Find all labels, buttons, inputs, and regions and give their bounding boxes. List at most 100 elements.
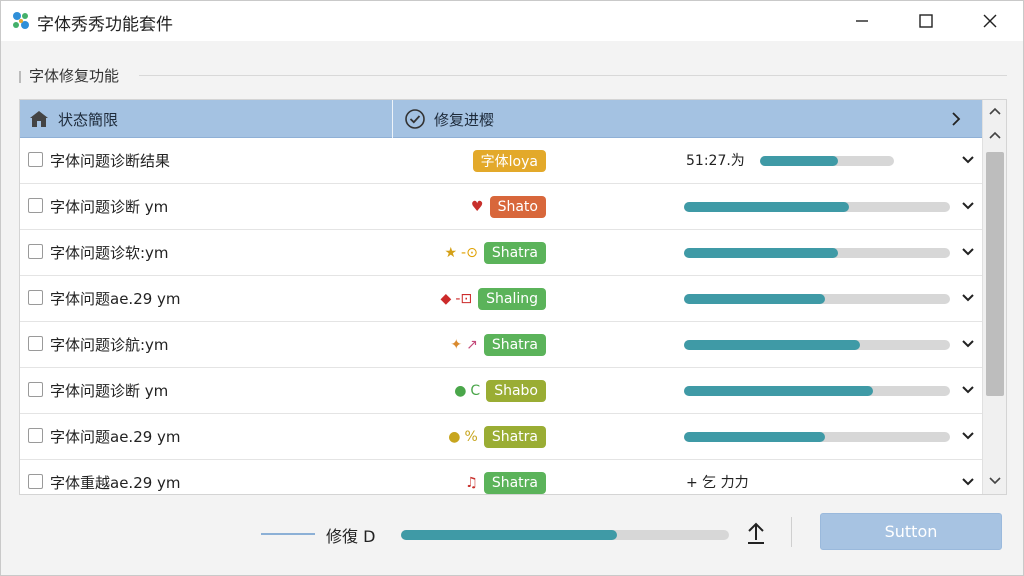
status-icons: ♥ <box>471 199 484 215</box>
window-title: 字体秀秀功能套件 <box>37 15 173 35</box>
status-badge: Shatra <box>483 334 546 356</box>
table-row[interactable]: 字体问题诊软:ym ★ -⊙ Shatra <box>20 230 982 276</box>
row-checkbox[interactable] <box>28 290 43 305</box>
row-progress-bar <box>684 202 950 212</box>
row-label: 字体问题ae.29 ym <box>50 428 181 446</box>
scroll-down-icon[interactable] <box>987 476 1003 486</box>
status-icons: ●% <box>448 429 478 445</box>
row-status: ◆ -⊡ Shaling <box>406 286 546 312</box>
header-divider <box>392 100 393 138</box>
row-progress-fill <box>760 156 838 166</box>
minimize-button[interactable] <box>827 1 897 41</box>
table-row[interactable]: 字体问题ae.29 ym ◆ -⊡ Shaling <box>20 276 982 322</box>
table-row[interactable]: 字体重越ae.29 ym ♫ Shatra + 乞 力力 <box>20 460 982 494</box>
chevron-down-icon[interactable] <box>960 244 976 260</box>
row-progress-bar <box>684 248 950 258</box>
section-divider <box>139 75 1007 76</box>
table-row[interactable]: 字体问题诊断 ym ♥ Shato <box>20 184 982 230</box>
status-icons: ★ -⊙ <box>444 245 477 261</box>
chevron-down-icon[interactable] <box>960 152 976 168</box>
progress-text: 51:27.为 <box>686 153 745 169</box>
header-status[interactable]: 状态簡限 <box>28 100 118 138</box>
action-button[interactable]: Sutton <box>820 513 1002 550</box>
chevron-down-icon[interactable] <box>960 428 976 444</box>
scroll-thumb[interactable] <box>986 152 1004 396</box>
row-progress-bar <box>760 156 894 166</box>
chevron-down-icon[interactable] <box>960 382 976 398</box>
status-badge: Shatra <box>483 426 546 448</box>
row-status: 字体loya <box>406 148 546 174</box>
table-header: 状态簡限 修复进樱 <box>20 100 982 138</box>
table-row[interactable]: 字体问题ae.29 ym ●% Shatra <box>20 414 982 460</box>
progress-text: + 乞 力力 <box>686 475 749 491</box>
row-progress-fill <box>684 340 860 350</box>
row-checkbox[interactable] <box>28 382 43 397</box>
row-label: 字体问题诊航:ym <box>50 336 169 354</box>
row-progress-fill <box>684 294 825 304</box>
chevron-right-icon <box>952 112 961 126</box>
scroll-up-icon[interactable] <box>987 106 1003 116</box>
close-icon <box>983 14 997 28</box>
app-window: 字体秀秀功能套件 字体修复功能 状态簡限 修复进樱 字体问题诊断结果 字体loy… <box>0 0 1024 576</box>
row-label: 字体问题诊断 ym <box>50 198 169 216</box>
row-status: ♥ Shato <box>406 194 546 220</box>
row-progress-fill <box>684 248 839 258</box>
minimize-icon <box>856 20 868 22</box>
footer-label: 修復 D <box>326 527 376 546</box>
status-glyph-icon: ♥ <box>471 199 484 215</box>
row-label: 字体问题诊软:ym <box>50 244 169 262</box>
status-icons: ◆ -⊡ <box>441 291 473 307</box>
row-checkbox[interactable] <box>28 428 43 443</box>
row-label: 字体问题诊断 ym <box>50 382 169 400</box>
row-progress-bar <box>684 432 950 442</box>
row-status: ✦ ↗ Shatra <box>406 332 546 358</box>
row-progress-bar <box>684 294 950 304</box>
upload-icon[interactable] <box>745 521 767 545</box>
status-glyph-icon: -⊡ <box>455 291 473 307</box>
chevron-down-icon[interactable] <box>960 198 976 214</box>
close-button[interactable] <box>955 1 1024 41</box>
header-expand[interactable] <box>948 100 964 138</box>
section-title: 字体修复功能 <box>29 67 120 85</box>
chevron-down-icon[interactable] <box>960 336 976 352</box>
status-badge: Shatra <box>483 242 546 264</box>
row-checkbox[interactable] <box>28 244 43 259</box>
table-row[interactable]: 字体问题诊断结果 字体loya 51:27.为 <box>20 138 982 184</box>
row-checkbox[interactable] <box>28 336 43 351</box>
status-glyph-icon: ♫ <box>465 475 478 491</box>
maximize-button[interactable] <box>891 1 961 41</box>
chevron-down-icon[interactable] <box>960 474 976 490</box>
overall-progress-bar <box>401 530 729 540</box>
row-progress-bar <box>684 340 950 350</box>
app-logo-icon <box>13 12 29 29</box>
maximize-icon <box>919 14 933 28</box>
header-repair[interactable]: 修复进樱 <box>404 100 494 138</box>
status-glyph-icon: -⊙ <box>461 245 478 261</box>
scroll-up-icon[interactable] <box>987 130 1003 140</box>
repair-table: 状态簡限 修复进樱 字体问题诊断结果 字体loya 51:27.为 字体问题诊断 ym… <box>19 99 1007 495</box>
status-glyph-icon: ↗ <box>466 337 478 353</box>
table-row[interactable]: 字体问题诊断 ym ● C Shabo <box>20 368 982 414</box>
row-progress-fill <box>684 432 825 442</box>
vertical-scrollbar[interactable] <box>982 100 1006 494</box>
row-checkbox[interactable] <box>28 474 43 489</box>
row-progress-bar <box>684 386 950 396</box>
footer-separator <box>791 517 792 547</box>
row-label: 字体重越ae.29 ym <box>50 474 181 492</box>
row-checkbox[interactable] <box>28 198 43 213</box>
table-row[interactable]: 字体问题诊航:ym ✦ ↗ Shatra <box>20 322 982 368</box>
row-label: 字体问题ae.29 ym <box>50 290 181 308</box>
status-glyph-icon: ★ <box>444 245 458 261</box>
status-icons: ✦ ↗ <box>450 337 477 353</box>
table-body: 字体问题诊断结果 字体loya 51:27.为 字体问题诊断 ym ♥ Shato 字体问题… <box>20 138 982 494</box>
row-checkbox[interactable] <box>28 152 43 167</box>
header-repair-label: 修复进樱 <box>434 110 495 129</box>
row-status: ★ -⊙ Shatra <box>406 240 546 266</box>
status-glyph-icon: ● <box>454 383 467 399</box>
status-icons: ● C <box>454 383 480 399</box>
row-progress-fill <box>684 386 873 396</box>
chevron-down-icon[interactable] <box>960 290 976 306</box>
status-badge: Shatra <box>483 472 546 494</box>
header-status-label: 状态簡限 <box>58 110 119 129</box>
status-badge: Shaling <box>478 288 546 310</box>
